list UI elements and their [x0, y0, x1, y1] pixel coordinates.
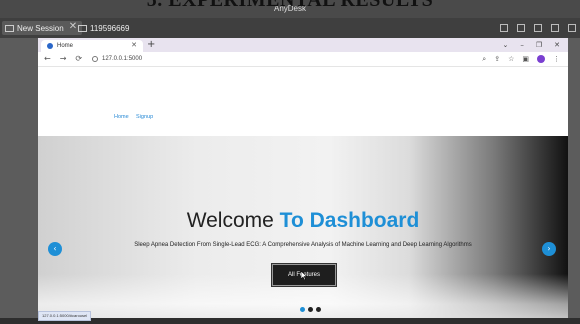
reload-icon[interactable]: ⟳	[75, 53, 82, 65]
anydesk-session-bar: New Session ✕ 119596669	[0, 18, 580, 39]
carousel-dot[interactable]	[308, 307, 313, 312]
site-info-icon[interactable]	[92, 56, 98, 62]
session-id-tab[interactable]: 119596669	[78, 21, 129, 35]
site-navbar: Home Signup	[38, 67, 568, 122]
carousel-indicators	[300, 307, 321, 312]
remote-left-border	[0, 38, 38, 324]
screenshot-root: AnyDesk 5. EXPERIMENTAL RESULTS New Sess…	[0, 0, 580, 324]
bookmark-star-icon[interactable]: ☆	[508, 53, 514, 65]
browser-tab-strip: Home ✕ + ⌄ – ❐ ✕	[38, 38, 568, 52]
chat-icon[interactable]	[517, 24, 525, 32]
close-window-icon[interactable]: ✕	[554, 39, 560, 51]
hero-title: Welcome To Dashboard	[38, 209, 568, 233]
close-tab-icon[interactable]: ✕	[131, 41, 137, 49]
minimize-icon[interactable]: –	[520, 39, 524, 51]
back-icon[interactable]: ←	[44, 53, 51, 65]
keyboard-icon[interactable]	[534, 24, 542, 32]
monitor-icon	[78, 24, 87, 32]
remote-desktop: Home ✕ + ⌄ – ❐ ✕ ← → ⟳ 127.0.0.1:5000 ⌕ …	[38, 38, 568, 324]
carousel-dot[interactable]	[300, 307, 305, 312]
nav-link-home[interactable]: Home	[114, 114, 129, 120]
restore-icon[interactable]: ❐	[536, 39, 542, 51]
tab-search-icon[interactable]: ⌄	[502, 39, 508, 51]
hero-title-accent: To Dashboard	[279, 209, 420, 232]
side-panel-icon[interactable]: ▣	[522, 53, 529, 65]
carousel-dot[interactable]	[316, 307, 321, 312]
profile-avatar[interactable]	[537, 55, 545, 63]
actions-icon[interactable]	[551, 24, 559, 32]
carousel-next-icon[interactable]: ›	[542, 242, 556, 256]
browser-tab-title: Home	[57, 43, 74, 49]
menu-icon[interactable]	[568, 24, 576, 32]
monitor-icon	[5, 24, 14, 32]
zoom-icon[interactable]: ⌕	[482, 53, 486, 65]
new-session-label: New Session	[17, 23, 64, 33]
status-bar-url: 127.0.0.1:5000/#carousel	[38, 311, 92, 321]
share-icon[interactable]: ⇪	[494, 53, 500, 65]
address-bar[interactable]: 127.0.0.1:5000	[92, 54, 512, 64]
forward-icon[interactable]: →	[60, 53, 67, 65]
favicon-icon	[47, 43, 53, 49]
browser-toolbar: ← → ⟳ 127.0.0.1:5000 ⌕ ⇪ ☆ ▣ ⋮	[38, 52, 568, 67]
navigation-buttons: ← → ⟳	[44, 53, 82, 65]
carousel-prev-icon[interactable]: ‹	[48, 242, 62, 256]
address-url: 127.0.0.1:5000	[102, 56, 143, 62]
hero-carousel: Welcome To Dashboard Sleep Apnea Detecti…	[38, 136, 568, 324]
anydesk-toolbar	[500, 21, 576, 35]
session-id-label: 119596669	[90, 23, 130, 33]
hero-title-plain: Welcome	[186, 209, 280, 232]
new-tab-button[interactable]: +	[147, 39, 155, 51]
window-controls: ⌄ – ❐ ✕	[502, 39, 560, 51]
browser-tab-home[interactable]: Home ✕	[41, 40, 143, 52]
nav-link-signup[interactable]: Signup	[136, 114, 153, 120]
display-icon[interactable]	[500, 24, 508, 32]
hero-subtitle: Sleep Apnea Detection From Single-Lead E…	[134, 242, 472, 248]
kebab-menu-icon[interactable]: ⋮	[553, 53, 560, 65]
browser-actions: ⌕ ⇪ ☆ ▣ ⋮	[482, 53, 560, 65]
document-heading: 5. EXPERIMENTAL RESULTS	[0, 0, 580, 9]
remote-right-border	[568, 38, 580, 324]
mouse-cursor-icon	[301, 271, 307, 280]
